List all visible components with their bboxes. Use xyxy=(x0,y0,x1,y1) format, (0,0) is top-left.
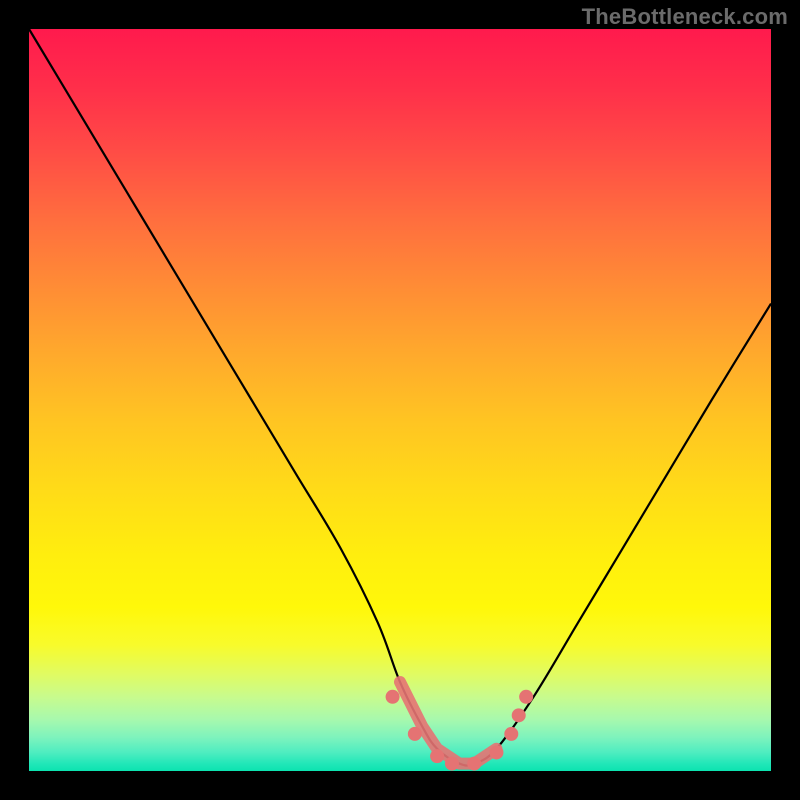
curve-marker xyxy=(519,690,533,704)
curve-marker xyxy=(467,757,481,771)
chart-frame: TheBottleneck.com xyxy=(0,0,800,800)
bottleneck-curve xyxy=(29,29,771,771)
watermark-text: TheBottleneck.com xyxy=(582,4,788,30)
curve-marker xyxy=(512,708,526,722)
curve-marker xyxy=(489,745,503,759)
plot-area xyxy=(29,29,771,771)
curve-highlight xyxy=(400,682,496,764)
curve-marker xyxy=(408,727,422,741)
curve-marker xyxy=(430,749,444,763)
curve-marker xyxy=(504,727,518,741)
curve-marker xyxy=(445,757,459,771)
curve-markers xyxy=(29,29,771,771)
curve-marker xyxy=(386,690,400,704)
